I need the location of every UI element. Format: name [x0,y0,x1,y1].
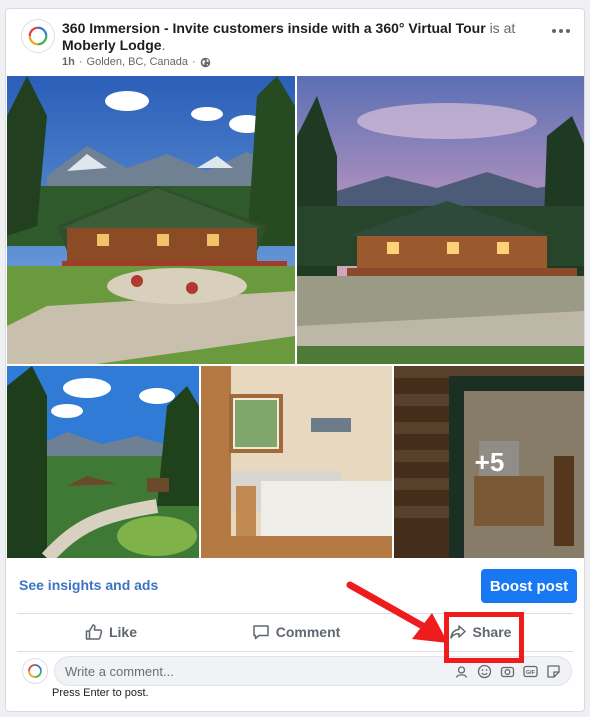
post-header: 360 Immersion - Invite customers inside … [6,9,584,77]
bedroom-image [201,366,392,558]
page-avatar[interactable] [21,19,55,53]
post-time[interactable]: 1h [62,56,75,68]
photo-lodge-dusk[interactable] [297,76,584,364]
post-meta: 1h · Golden, BC, Canada · [62,56,211,68]
gif-icon[interactable]: GIF [523,664,538,679]
sticker-icon[interactable] [546,664,561,679]
divider [17,651,573,652]
share-label: Share [472,624,512,640]
avatar-sticker-icon[interactable] [454,664,469,679]
meta-separator: · [78,56,83,68]
comment-input[interactable]: Write a comment... GIF [54,656,572,686]
dot-icon [559,29,563,33]
more-options-button[interactable] [552,27,572,35]
post-title: 360 Immersion - Invite customers inside … [62,20,546,54]
aerial-image [7,366,199,558]
camera-icon[interactable] [500,664,515,679]
photo-grid: +5 [7,76,584,558]
thumbs-up-icon [85,624,103,640]
logo-icon [28,664,42,678]
comment-tools: GIF [454,664,561,679]
comment-icon [252,625,269,640]
like-button[interactable]: Like [36,614,186,650]
location-period: . [161,37,166,53]
like-label: Like [108,624,137,640]
photo-bedroom[interactable] [201,366,392,558]
post-place: Golden, BC, Canada [86,56,189,68]
is-at-text: is at [489,20,516,36]
share-button[interactable]: Share [440,614,520,650]
insights-row: See insights and ads Boost post [6,560,584,612]
meta-separator-2: · [192,56,196,68]
action-bar: Like Comment Share [6,614,584,650]
commenter-avatar [22,658,48,684]
svg-text:GIF: GIF [526,670,536,676]
emoji-icon[interactable] [477,664,492,679]
comment-label: Comment [275,624,341,640]
location-link[interactable]: Moberly Lodge [62,37,162,53]
share-icon [449,625,466,639]
globe-icon[interactable] [200,57,211,68]
press-enter-hint: Press Enter to post. [52,687,149,699]
page-name-link[interactable]: 360 Immersion - Invite customers inside … [62,20,486,36]
comment-row: Write a comment... GIF [6,654,584,688]
post-card: 360 Immersion - Invite customers inside … [5,8,585,712]
comment-button[interactable]: Comment [206,614,386,650]
lodge-day-image [7,76,295,364]
lodge-dusk-image [297,76,584,364]
photo-more[interactable]: +5 [394,366,584,558]
photo-lodge-day[interactable] [7,76,295,364]
see-insights-link[interactable]: See insights and ads [19,577,158,593]
boost-post-button[interactable]: Boost post [481,569,577,603]
logo-icon [28,26,48,46]
dot-icon [566,29,570,33]
more-photos-count: +5 [394,366,584,558]
comment-placeholder: Write a comment... [65,663,174,679]
dot-icon [552,29,556,33]
photo-aerial[interactable] [7,366,199,558]
